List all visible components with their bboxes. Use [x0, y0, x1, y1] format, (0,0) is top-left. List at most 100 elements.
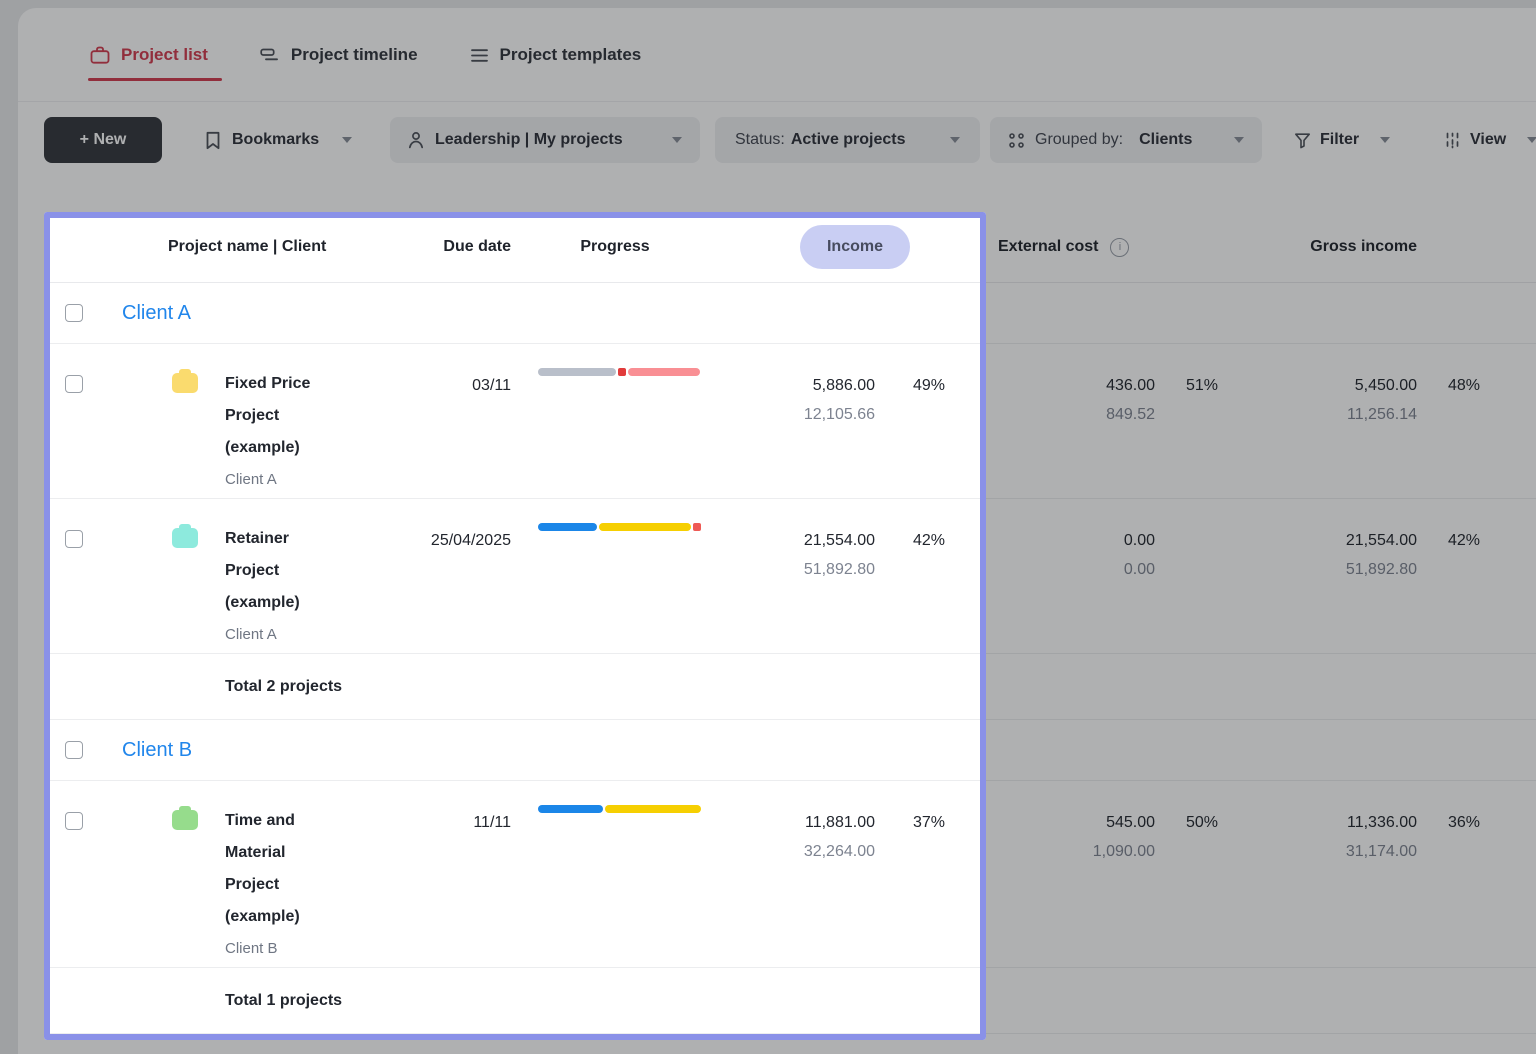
group-checkbox[interactable]: [65, 741, 83, 759]
progress-segment: [538, 523, 597, 531]
project-name[interactable]: Retainer Project (example): [225, 523, 395, 619]
project-row[interactable]: Time and Material Project (example) Clien…: [44, 781, 1536, 968]
income-value: 5,886.00: [812, 377, 875, 394]
progress-bar: [538, 805, 701, 813]
income-budget: 12,105.66: [803, 406, 875, 423]
gross-percent: 42%: [1447, 532, 1480, 549]
column-header-project[interactable]: Project name | Client: [44, 238, 395, 256]
person-icon: [408, 131, 424, 149]
group-checkbox[interactable]: [65, 304, 83, 322]
group-total-row: Total 2 projects: [44, 654, 1536, 720]
tab-project-templates[interactable]: Project templates: [470, 45, 642, 65]
chevron-down-icon: [950, 137, 960, 143]
grouped-by-button[interactable]: Grouped by: Clients: [990, 117, 1262, 163]
row-checkbox[interactable]: [65, 530, 83, 548]
gross-value: 11,336.00: [1347, 814, 1417, 831]
gross-value: 21,554.00: [1345, 532, 1417, 549]
project-client-label: Client A: [225, 626, 277, 643]
external-percent: [1160, 499, 1225, 651]
templates-icon: [470, 47, 489, 64]
group-total-row: Total 1 projects: [44, 968, 1536, 1034]
tabs-divider: [18, 101, 1536, 102]
gross-budget: 11,256.14: [1347, 406, 1417, 423]
name-cell: Fixed Price Project (example) Client A: [210, 344, 395, 496]
income-percent: 42%: [912, 532, 945, 549]
column-header-income: Income: [715, 225, 950, 269]
client-group-link[interactable]: Client A: [122, 302, 191, 325]
briefcase-icon: [90, 46, 110, 65]
view-label: View: [1470, 131, 1507, 148]
view-button[interactable]: View: [1440, 117, 1536, 163]
status-filter-button[interactable]: Status: Active projects: [715, 117, 980, 163]
income-cell: 11,881.00 32,264.00: [715, 781, 880, 965]
progress-bar: [538, 523, 701, 531]
tab-label: Project templates: [499, 45, 642, 64]
progress-segment: [605, 805, 701, 813]
income-value: 11,881.00: [805, 814, 875, 831]
project-briefcase-icon: [172, 524, 198, 548]
filter-label: Filter: [1320, 131, 1360, 148]
column-header-due-date[interactable]: Due date: [395, 238, 515, 256]
gross-cell: 21,554.00 51,892.80: [1225, 499, 1420, 651]
chevron-down-icon: [1527, 137, 1536, 143]
progress-segment: [618, 368, 626, 376]
progress-segment: [538, 805, 603, 813]
scope-filter-button[interactable]: Leadership | My projects: [390, 117, 700, 163]
column-header-progress[interactable]: Progress: [515, 238, 715, 256]
status-prefix: Status:: [735, 131, 785, 148]
gross-budget: 31,174.00: [1345, 843, 1417, 860]
progress-cell: [515, 344, 715, 496]
icon-cell: [130, 499, 210, 651]
project-row[interactable]: Fixed Price Project (example) Client A 03/…: [44, 344, 1536, 499]
new-button-label: + New: [79, 131, 127, 148]
project-briefcase-icon: [172, 369, 198, 393]
external-value: 545.00: [1106, 814, 1155, 831]
income-cell: 5,886.00 12,105.66: [715, 344, 880, 496]
bookmark-icon: [205, 131, 221, 150]
timeline-icon: [260, 46, 280, 64]
project-name[interactable]: Fixed Price Project (example): [225, 368, 395, 464]
progress-segment: [538, 368, 616, 376]
external-budget: 1,090.00: [1092, 843, 1155, 860]
bookmarks-button[interactable]: Bookmarks: [200, 117, 360, 163]
grid-icon: [1008, 132, 1025, 149]
income-cell: 21,554.00 51,892.80: [715, 499, 880, 651]
column-header-external-cost[interactable]: External cost: [950, 237, 1160, 257]
project-client-label: Client A: [225, 471, 277, 488]
filter-button[interactable]: Filter: [1290, 117, 1400, 163]
gross-percent: 48%: [1447, 377, 1480, 394]
progress-bar: [538, 368, 701, 376]
external-cell: 436.00 849.52: [950, 344, 1160, 496]
tab-project-list[interactable]: Project list: [88, 45, 222, 81]
gross-cell: 5,450.00 11,256.14: [1225, 344, 1420, 496]
income-budget: 51,892.80: [803, 561, 875, 578]
income-value: 21,554.00: [803, 532, 875, 549]
client-group-link[interactable]: Client B: [122, 739, 192, 762]
chevron-down-icon: [342, 137, 353, 143]
external-percent: 50%: [1185, 814, 1218, 831]
name-cell: Retainer Project (example) Client A: [210, 499, 395, 651]
tab-project-timeline[interactable]: Project timeline: [260, 45, 418, 65]
progress-segment: [628, 368, 700, 376]
external-cell: 0.00 0.00: [950, 499, 1160, 651]
income-budget: 32,264.00: [803, 843, 875, 860]
row-checkbox[interactable]: [65, 812, 83, 830]
new-button[interactable]: + New: [44, 117, 162, 163]
chevron-down-icon: [672, 137, 682, 143]
icon-cell: [130, 781, 210, 965]
client-group-row: Client B: [44, 720, 1536, 781]
project-row[interactable]: Retainer Project (example) Client A 25/04/…: [44, 499, 1536, 654]
income-header-pill[interactable]: Income: [799, 225, 910, 269]
due-date: 25/04/2025: [430, 532, 511, 549]
group-total-label: Total 1 projects: [225, 991, 343, 1009]
external-cell: 545.00 1,090.00: [950, 781, 1160, 965]
group-total-label: Total 2 projects: [225, 677, 343, 695]
gross-budget: 51,892.80: [1345, 561, 1417, 578]
project-name[interactable]: Time and Material Project (example): [225, 805, 395, 933]
info-icon[interactable]: [1110, 237, 1130, 257]
project-client-label: Client B: [225, 940, 278, 957]
progress-segment: [693, 523, 701, 531]
funnel-icon: [1294, 132, 1311, 149]
row-checkbox[interactable]: [65, 375, 83, 393]
column-header-gross-income[interactable]: Gross income: [1225, 238, 1420, 256]
